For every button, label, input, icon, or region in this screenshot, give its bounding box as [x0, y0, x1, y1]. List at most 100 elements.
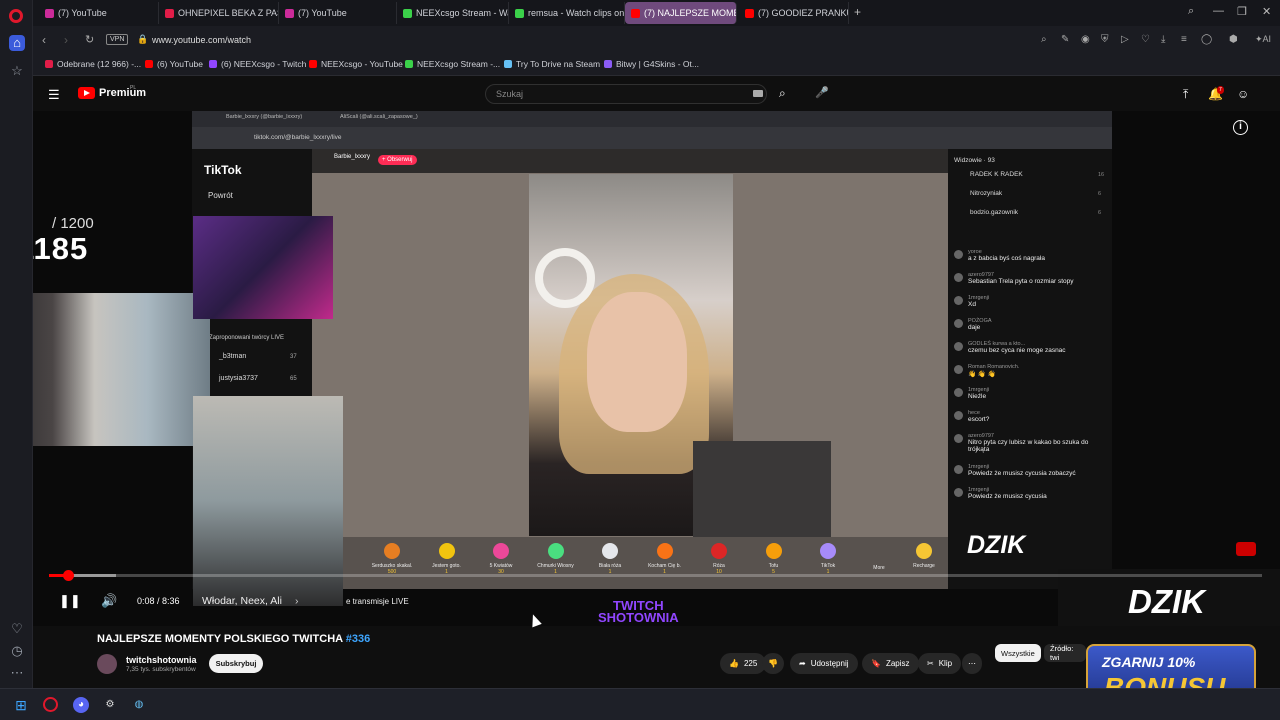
extension-icon[interactable]: ⬢: [1229, 34, 1238, 45]
search-tabs-icon[interactable]: ⌕: [1188, 5, 1194, 18]
share-button[interactable]: ➦ Udostępnij: [790, 653, 858, 674]
bookmark-gmail[interactable]: Odebrane (12 966) -...: [45, 59, 141, 69]
tab-5[interactable]: remsua - Watch clips on: [509, 2, 625, 24]
premium-label[interactable]: Premium: [99, 87, 146, 99]
menu-icon[interactable]: ≡: [1181, 34, 1187, 45]
follow-button: + Obserwuj: [378, 155, 417, 165]
opera-logo-icon[interactable]: [9, 9, 23, 23]
gift-icon: [384, 543, 400, 559]
volume-icon[interactable]: 🔊: [101, 593, 117, 609]
video-player[interactable]: Barbie_lxxxry (@barbie_lxxxry) AliScali …: [33, 111, 1280, 626]
chat-text: a z babcia byś coś nagrała: [968, 255, 1045, 262]
url-field[interactable]: www.youtube.com/watch: [152, 35, 251, 45]
bookmark-neex-youtube[interactable]: NEEXcsgo - YouTube: [309, 59, 403, 69]
chat-user: Roman Romanovich.: [968, 364, 1020, 370]
clip-button[interactable]: ✂ Klip: [918, 653, 962, 674]
opera-taskbar-icon[interactable]: [43, 697, 58, 712]
vpn-badge[interactable]: VPN: [106, 34, 129, 45]
search-icon[interactable]: ⌕: [779, 86, 786, 101]
chapter-next-icon[interactable]: ›: [295, 595, 299, 607]
tab-label: (7) GOODIEZ PRANKUJE N: [758, 8, 848, 18]
windows-start-icon[interactable]: ⊞: [13, 697, 29, 713]
tab-active[interactable]: (7) NAJLEPSZE MOME: [625, 2, 737, 24]
subscribe-button[interactable]: Subskrybuj: [209, 654, 263, 673]
minimize-icon[interactable]: —: [1213, 5, 1224, 17]
gift-icon: [656, 543, 673, 559]
upload-icon[interactable]: ⤒: [1183, 87, 1188, 102]
download-icon[interactable]: ⤓: [1161, 34, 1165, 45]
chat-avatar-icon: [954, 488, 963, 497]
maximize-icon[interactable]: ❐: [1237, 5, 1247, 18]
new-tab-button[interactable]: +: [854, 5, 861, 19]
chip-all[interactable]: Wszystkie: [995, 644, 1041, 662]
channel-name[interactable]: twitchshotownia: [126, 655, 197, 665]
gift-icon: [711, 543, 727, 559]
progress-bar[interactable]: [49, 570, 1262, 581]
shield-icon[interactable]: ⛨: [1101, 34, 1109, 45]
keyboard-icon[interactable]: [753, 90, 763, 97]
forward-icon[interactable]: ›: [64, 33, 68, 47]
save-button[interactable]: 🔖 Zapisz: [862, 653, 919, 674]
info-icon[interactable]: i: [1233, 120, 1248, 135]
gift-item: Kocham Cię b. 1: [643, 543, 687, 575]
search-input[interactable]: Szukaj: [485, 84, 767, 104]
tab-7[interactable]: (7) GOODIEZ PRANKUJE N: [739, 2, 849, 24]
home-icon[interactable]: ⌂: [9, 35, 25, 51]
close-window-icon[interactable]: ✕: [1262, 5, 1271, 18]
avatar-icon[interactable]: ☺: [1237, 87, 1249, 101]
chip-source[interactable]: Źródło: twi: [1044, 644, 1086, 662]
bookmark-label: (6) YouTube: [157, 59, 203, 69]
hamburger-menu-icon[interactable]: ☰: [48, 87, 60, 103]
inner-tab-2: AliScali (@ali.scali_zapasowe_): [340, 114, 418, 120]
bookmark-twitch[interactable]: (6) NEEXcsgo - Twitch: [209, 59, 306, 69]
more-options-icon[interactable]: ⋯: [9, 665, 25, 681]
viewer-count: 16: [1098, 172, 1105, 178]
youtube-logo-icon[interactable]: [78, 87, 95, 99]
tab-3[interactable]: (7) YouTube: [279, 2, 397, 24]
video-title-text: NAJLEPSZE MOMENTY POLSKIEGO TWITCHA: [97, 633, 343, 645]
heart-icon[interactable]: ♡: [9, 621, 25, 637]
ai-button[interactable]: ✦AI: [1255, 34, 1271, 45]
history-icon[interactable]: ◷: [9, 643, 25, 659]
viewer-name: RADEK K RADEK: [970, 171, 1023, 178]
youtube-subscribe-watermark-icon[interactable]: [1236, 542, 1256, 556]
bookmark-kick[interactable]: NEEXcsgo Stream -...: [405, 59, 500, 69]
chat-text: 👋 👋 👋: [968, 371, 996, 378]
recommended-count: 37: [290, 354, 297, 360]
tab-1[interactable]: (7) YouTube: [39, 2, 159, 24]
camera-icon[interactable]: ◉: [1081, 34, 1090, 45]
scrubber-handle[interactable]: [63, 570, 75, 581]
more-actions-icon: ⋯: [968, 659, 976, 668]
tab-2[interactable]: OHNEPIXEL BEKA Z PASH: [159, 2, 279, 24]
tab-4[interactable]: NEEXcsgo Stream - Watch: [397, 2, 509, 24]
bookmark-g4skins[interactable]: Bitwy | G4Skins - Ot...: [604, 59, 699, 69]
steam-taskbar-icon[interactable]: ◍: [131, 697, 147, 713]
bookmark-youtube[interactable]: (6) YouTube: [145, 59, 203, 69]
more-actions-button[interactable]: ⋯: [962, 653, 982, 674]
back-icon[interactable]: ‹: [42, 33, 46, 47]
share-icon: ➦: [799, 659, 806, 668]
dislike-button[interactable]: 👎: [762, 653, 784, 674]
gift-item: Chmurki Wiosny 1: [534, 543, 578, 575]
heart-icon[interactable]: ♡: [1141, 34, 1150, 45]
video-hashtag[interactable]: #336: [346, 633, 370, 645]
player-icon[interactable]: ▷: [1121, 34, 1129, 45]
webcam-overlay-2: [193, 216, 333, 319]
pause-icon[interactable]: ❚❚: [59, 593, 81, 609]
inner-tab-strip: Barbie_lxxxry (@barbie_lxxxry) AliScali …: [192, 111, 1112, 127]
channel-avatar[interactable]: [97, 654, 117, 674]
time-display: 0:08 / 8:36: [137, 596, 180, 606]
g4skins-favicon-icon: [604, 60, 612, 68]
bookmark-steam[interactable]: Try To Drive na Steam: [504, 59, 600, 69]
profile-icon[interactable]: ◯: [1201, 34, 1212, 45]
chapter-title[interactable]: Włodar, Neex, Ali: [202, 595, 282, 607]
settings-taskbar-icon[interactable]: ⚙: [102, 697, 118, 713]
search-icon[interactable]: ⌕: [1041, 34, 1047, 45]
dzik-logo-big: DZIK: [1128, 583, 1205, 620]
reload-icon[interactable]: ↻: [85, 33, 94, 46]
edit-icon[interactable]: ✎: [1061, 34, 1069, 45]
like-button[interactable]: 👍 225: [720, 653, 767, 674]
bookmarks-icon[interactable]: ☆: [9, 63, 25, 79]
microphone-icon[interactable]: 🎤: [815, 86, 829, 99]
discord-taskbar-icon[interactable]: ◕: [73, 697, 89, 713]
